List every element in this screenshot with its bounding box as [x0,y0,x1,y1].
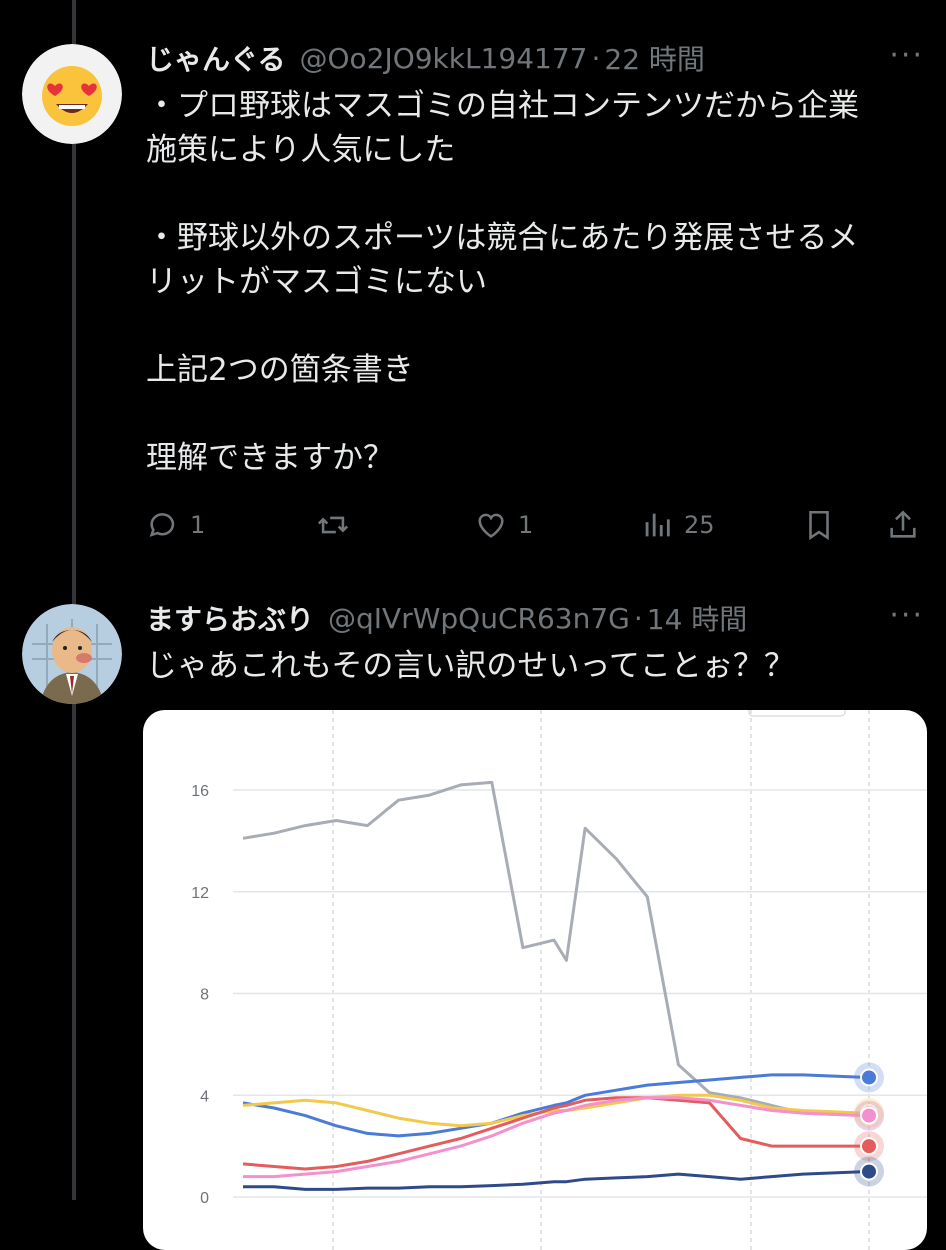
handle[interactable]: @qIVrWpQuCR63n7G [328,602,630,635]
cartoon-man-avatar-icon [22,604,122,704]
views-button[interactable]: 25 [640,508,715,542]
display-name[interactable]: ますらおぶり [146,598,314,638]
heart-icon [478,513,504,538]
y-tick-label: 4 [200,1088,209,1105]
text-line: ・プロ野球はマスゴミの自社コンテンツだから企業 [146,88,859,124]
series-end-marker [860,1137,878,1156]
thread-line [72,0,76,1200]
separator: · [591,41,601,75]
handle[interactable]: @Oo2JO9kkL194177 [299,42,587,75]
tweet-actions: 1 1 25 [146,508,926,548]
y-tick-label: 0 [200,1190,209,1207]
series-end-marker [860,1068,878,1087]
chart-control [748,710,846,717]
retweet-button[interactable] [316,508,360,542]
like-count: 1 [518,511,534,539]
trend-chart: 16 12 8 4 0 [191,710,927,1250]
y-tick-label: 16 [191,783,209,800]
retweet-icon [317,516,349,534]
bookmark-button[interactable] [802,508,836,542]
separator: · [633,601,643,635]
avatar[interactable] [22,604,122,704]
tweet-header: じゃんぐる @Oo2JO9kkL194177 · 22 時間 [146,38,705,78]
series-line [243,1170,866,1191]
reply-button[interactable]: 1 [146,508,205,542]
views-chart-icon [645,513,670,537]
tweet-text: ・プロ野球はマスゴミの自社コンテンツだから企業 施策により人気にした ・野球以外… [146,84,926,480]
series-line [242,780,866,1118]
text-line: リットがマスゴミにない [146,264,487,300]
series-end-marker [860,1106,878,1125]
more-options-icon[interactable]: ··· [889,598,924,633]
bookmark-icon [809,510,829,541]
more-options-icon[interactable]: ··· [889,38,924,73]
text-line: じゃあこれもその言い訳のせいってことぉ？？ [146,648,795,684]
view-count: 25 [684,511,715,539]
text-line [146,304,926,348]
reply-icon [149,513,175,537]
y-tick-label: 12 [191,885,209,902]
like-button[interactable]: 1 [474,508,533,542]
avatar[interactable] [22,44,122,144]
display-name[interactable]: じゃんぐる [146,38,285,78]
text-line [146,392,926,436]
tweet-text: じゃあこれもその言い訳のせいってことぉ？？ [146,644,926,688]
series-end-marker [860,1162,878,1181]
heart-eyes-emoji-icon [22,44,122,144]
text-line: ・野球以外のスポーツは競合にあたり発展させるメ [146,220,859,256]
text-line: 理解できますか？ [146,440,394,476]
share-button[interactable] [886,508,920,542]
share-icon [890,510,916,538]
text-line: 施策により人気にした [146,132,456,168]
text-line: 上記2つの箇条書き [146,352,414,388]
timestamp[interactable]: 22 時間 [604,38,705,78]
y-tick-label: 8 [200,987,209,1004]
reply-count: 1 [190,511,206,539]
timestamp[interactable]: 14 時間 [647,598,748,638]
text-line [146,172,926,216]
chart-image[interactable]: 16 12 8 4 0 [143,710,927,1250]
tweet-header: ますらおぶり @qIVrWpQuCR63n7G · 14 時間 [146,598,747,638]
